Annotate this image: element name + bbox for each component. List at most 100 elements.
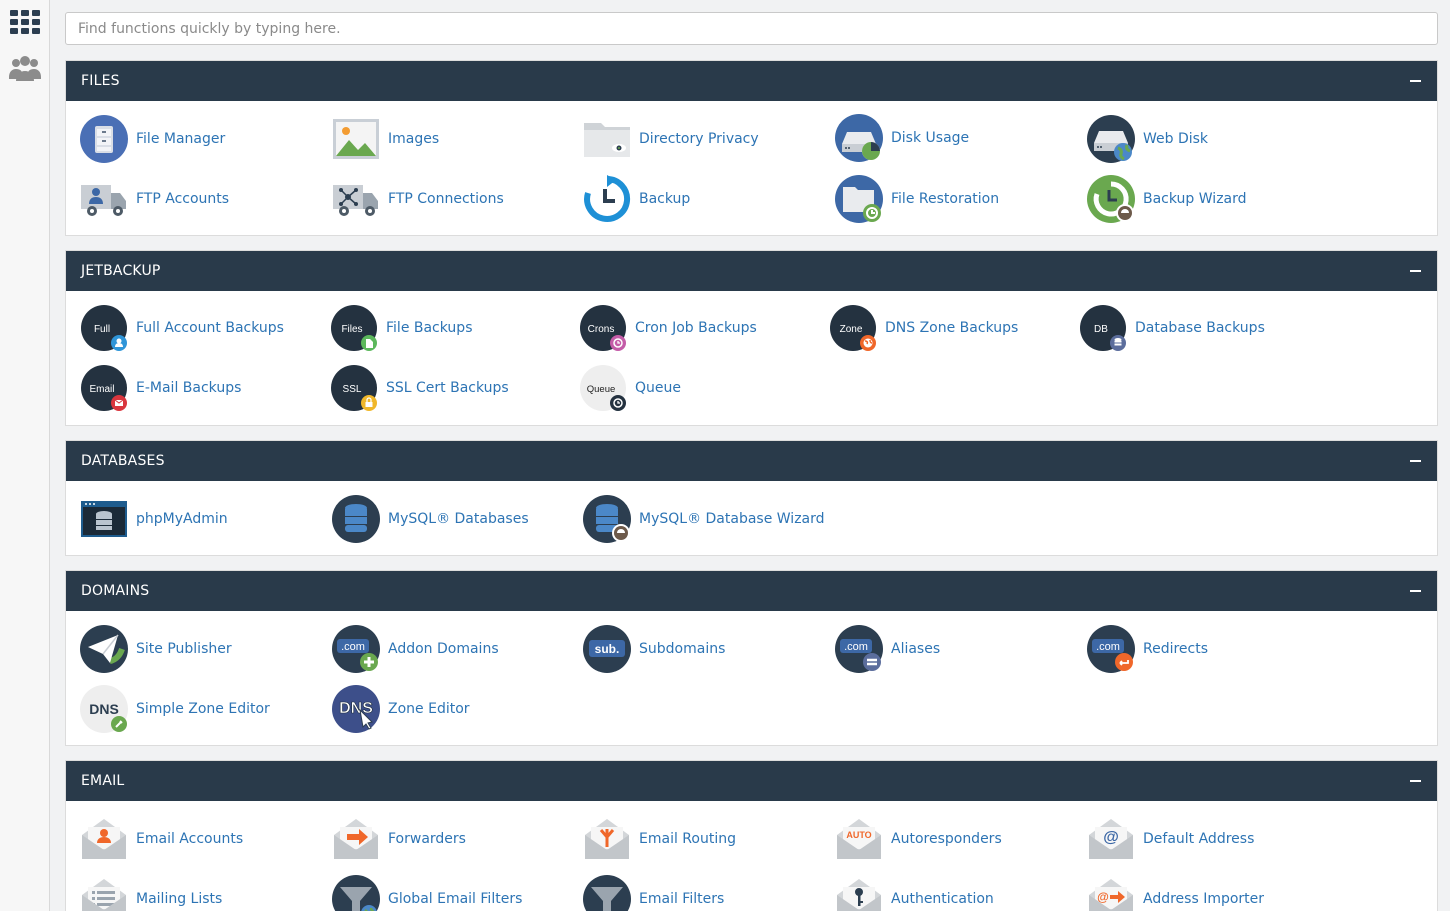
redirects-link[interactable]: .com Redirects <box>1087 624 1208 674</box>
badge-text: SSL <box>343 384 362 395</box>
collapse-icon[interactable] <box>1408 264 1422 278</box>
item-label: Address Importer <box>1143 891 1265 907</box>
panel-title: JETBACKUP <box>81 263 161 279</box>
backup-wizard-icon <box>1087 175 1135 223</box>
item-label: Cron Job Backups <box>635 320 757 336</box>
queue-badge-icon: Queue <box>579 364 627 412</box>
item-label: Redirects <box>1143 641 1209 657</box>
web-disk-link[interactable]: Web Disk <box>1087 114 1208 164</box>
dns-cursor-icon: DNS <box>332 685 380 733</box>
paper-plane-icon <box>80 625 128 673</box>
panel-title: DOMAINS <box>81 583 150 599</box>
search-input[interactable] <box>65 12 1438 45</box>
globe-badge-icon: Zone <box>829 304 877 352</box>
item-label: SSL Cert Backups <box>386 380 509 396</box>
file-manager-link[interactable]: File Manager <box>80 114 225 164</box>
collapse-icon[interactable] <box>1408 584 1422 598</box>
phpmyadmin-icon <box>80 495 128 543</box>
file-backups-link[interactable]: Files File Backups <box>330 303 473 353</box>
address-importer-link[interactable]: @ Address Importer <box>1087 874 1264 911</box>
item-label: Autoresponders <box>891 831 1002 847</box>
badge-text: Full <box>94 324 110 335</box>
email-filters-link[interactable]: Email Filters <box>583 874 724 911</box>
mailing-lists-link[interactable]: Mailing Lists <box>80 874 222 911</box>
collapse-icon[interactable] <box>1408 74 1422 88</box>
files-panel-header[interactable]: FILES <box>66 61 1437 101</box>
mysql-database-wizard-link[interactable]: MySQL® Database Wizard <box>583 494 825 544</box>
forwarders-link[interactable]: Forwarders <box>332 814 466 864</box>
email-panel: EMAIL Email Accounts Forwarders Email Ro… <box>65 760 1438 911</box>
badge-text: DNS <box>89 701 119 717</box>
email-routing-link[interactable]: Email Routing <box>583 814 736 864</box>
queue-link[interactable]: Queue Queue <box>579 363 681 413</box>
item-label: phpMyAdmin <box>136 511 228 527</box>
simple-zone-editor-link[interactable]: DNS Simple Zone Editor <box>80 684 270 734</box>
collapse-icon[interactable] <box>1408 454 1422 468</box>
apps-grid-icon[interactable] <box>8 5 42 39</box>
users-icon[interactable] <box>8 53 42 87</box>
jetbackup-panel: JETBACKUP Full Full Account Backups File… <box>65 250 1438 426</box>
subdomains-link[interactable]: sub. Subdomains <box>583 624 725 674</box>
truck-user-icon <box>80 175 128 223</box>
badge-text: Zone <box>840 324 863 335</box>
envelope-user-icon <box>80 815 128 863</box>
badge-text: sub. <box>595 642 620 656</box>
badge-text: AUTO <box>846 830 871 840</box>
disk-usage-link[interactable]: Disk Usage <box>835 113 969 163</box>
badge-text: Queue <box>587 384 616 395</box>
autoresponders-link[interactable]: AUTO Autoresponders <box>835 814 1002 864</box>
file-cabinet-icon <box>80 115 128 163</box>
backup-wizard-link[interactable]: Backup Wizard <box>1087 174 1247 224</box>
user-badge-icon: Full <box>80 304 128 352</box>
item-label: Zone Editor <box>388 701 470 717</box>
badge-text: DNS <box>339 700 373 717</box>
item-label: Backup Wizard <box>1143 191 1247 207</box>
aliases-link[interactable]: .com Aliases <box>835 624 940 674</box>
item-label: Authentication <box>891 891 994 907</box>
item-label: File Backups <box>386 320 473 336</box>
images-link[interactable]: Images <box>332 114 439 164</box>
site-publisher-link[interactable]: Site Publisher <box>80 624 232 674</box>
dns-zone-backups-link[interactable]: Zone DNS Zone Backups <box>829 303 1018 353</box>
item-label: Subdomains <box>639 641 726 657</box>
ftp-connections-link[interactable]: FTP Connections <box>332 174 504 224</box>
item-label: Database Backups <box>1135 320 1265 336</box>
domains-panel-header[interactable]: DOMAINS <box>66 571 1437 611</box>
folder-restore-icon <box>835 175 883 223</box>
collapse-icon[interactable] <box>1408 774 1422 788</box>
ftp-accounts-link[interactable]: FTP Accounts <box>80 174 229 224</box>
zone-editor-link[interactable]: DNS Zone Editor <box>332 684 470 734</box>
mailing-list-icon <box>80 875 128 911</box>
domain-add-icon: .com <box>332 625 380 673</box>
item-label: Addon Domains <box>388 641 499 657</box>
directory-privacy-link[interactable]: Directory Privacy <box>583 114 759 164</box>
default-address-link[interactable]: @ Default Address <box>1087 814 1254 864</box>
truck-network-icon <box>332 175 380 223</box>
badge-text: Email <box>89 384 114 395</box>
folder-eye-icon <box>583 115 631 163</box>
envelope-import-icon: @ <box>1087 875 1135 911</box>
cron-job-backups-link[interactable]: Crons Cron Job Backups <box>579 303 757 353</box>
image-icon <box>332 115 380 163</box>
email-backups-link[interactable]: Email E-Mail Backups <box>80 363 241 413</box>
email-accounts-link[interactable]: Email Accounts <box>80 814 243 864</box>
ssl-cert-backups-link[interactable]: SSL SSL Cert Backups <box>330 363 509 413</box>
full-account-backups-link[interactable]: Full Full Account Backups <box>80 303 284 353</box>
backup-link[interactable]: Backup <box>583 174 690 224</box>
addon-domains-link[interactable]: .com Addon Domains <box>332 624 499 674</box>
lock-badge-icon: SSL <box>330 364 378 412</box>
mysql-databases-link[interactable]: MySQL® Databases <box>332 494 529 544</box>
item-label: E-Mail Backups <box>136 380 242 396</box>
database-backups-link[interactable]: DB Database Backups <box>1079 303 1265 353</box>
phpmyadmin-link[interactable]: phpMyAdmin <box>80 494 228 544</box>
file-restoration-link[interactable]: File Restoration <box>835 174 999 224</box>
authentication-link[interactable]: Authentication <box>835 874 994 911</box>
databases-panel-header[interactable]: DATABASES <box>66 441 1437 481</box>
email-panel-header[interactable]: EMAIL <box>66 761 1437 801</box>
database-badge-icon: DB <box>1079 304 1127 352</box>
global-email-filters-link[interactable]: Global Email Filters <box>332 874 522 911</box>
badge-text: .com <box>341 641 365 653</box>
jetbackup-panel-header[interactable]: JETBACKUP <box>66 251 1437 291</box>
item-label: DNS Zone Backups <box>885 320 1019 336</box>
item-label: Backup <box>639 191 691 207</box>
